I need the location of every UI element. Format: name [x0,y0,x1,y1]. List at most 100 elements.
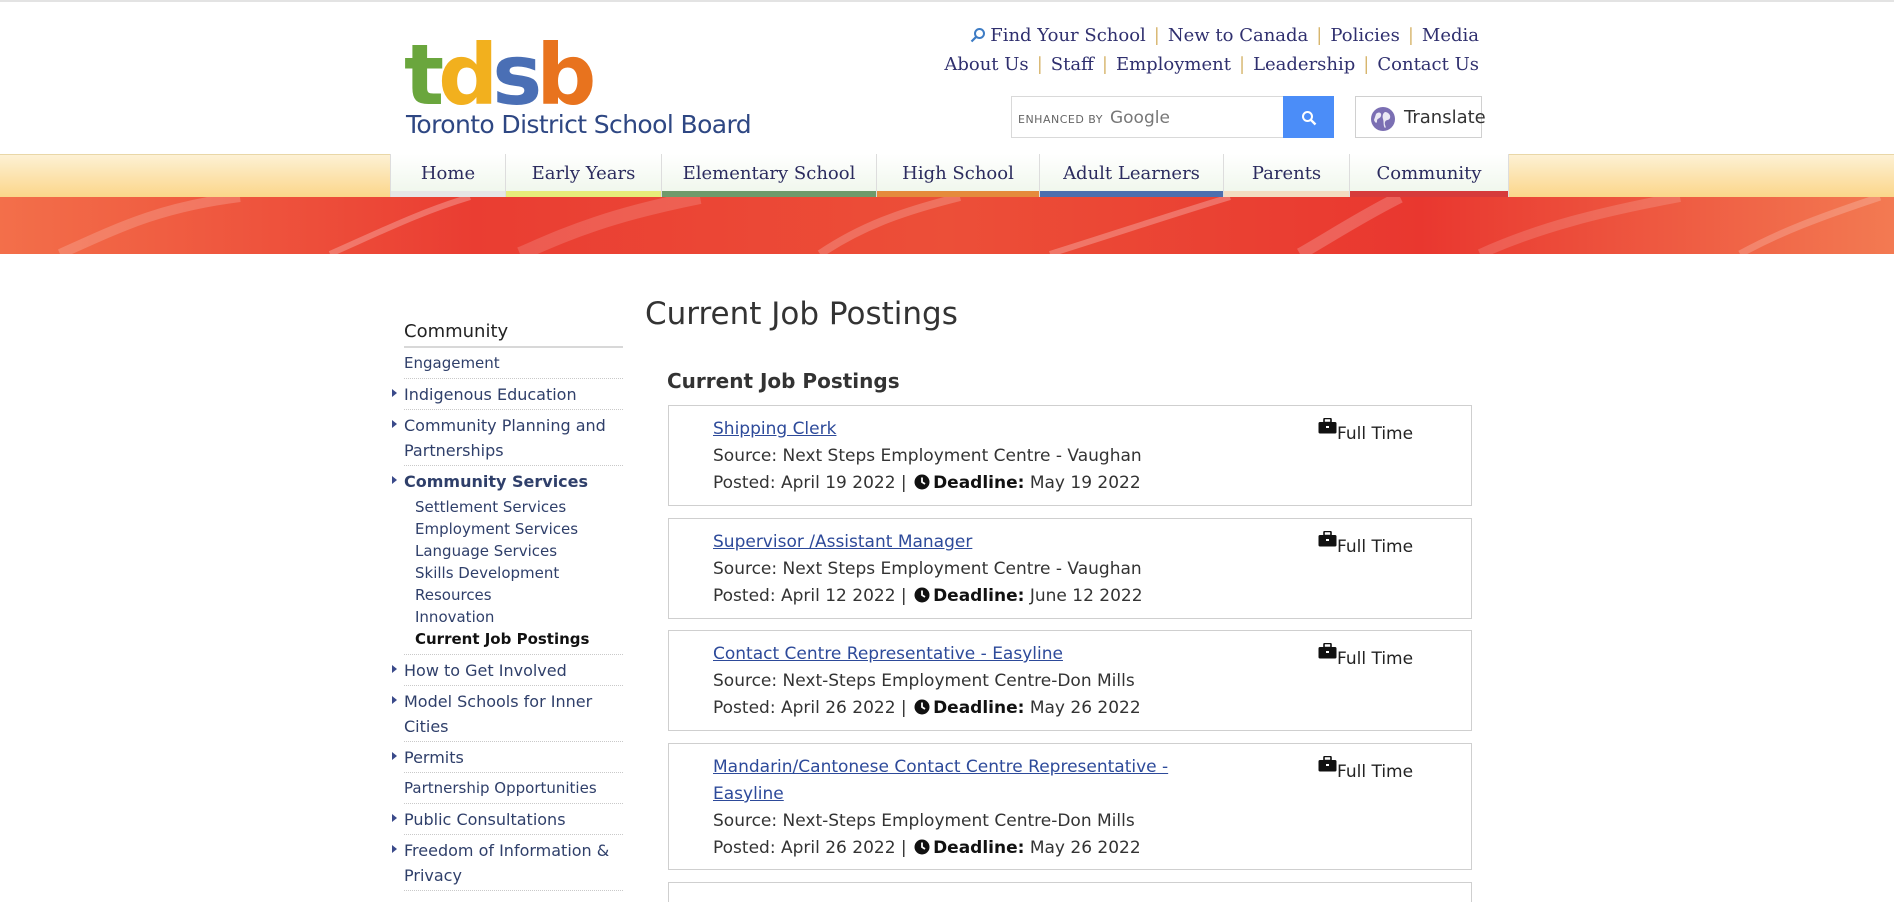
posted-label: Posted: [713,473,776,493]
nav-item-community[interactable]: Community [1350,154,1509,197]
sidebar-title: Community [404,321,623,348]
sidebar-item-label: Freedom of Information & Privacy [404,841,610,885]
top-border [0,0,1894,2]
expand-arrow-icon [392,476,397,484]
util-link-about-us[interactable]: About Us [944,54,1028,75]
decorative-banner [0,197,1894,254]
sidebar-list-after: How to Get Involved Model Schools for Inn… [392,655,623,891]
job-dates: Posted: April 26 2022 | Deadline: May 26… [713,838,1141,858]
job-card: Supervisor /Assistant Manager Source: Ne… [668,518,1472,619]
sidebar-subitem-skills-development[interactable]: Skills Development [415,562,623,584]
banner-swirl-pattern [57,197,1882,254]
util-link-employment[interactable]: Employment [1116,54,1231,75]
job-source: Source: Next-Steps Employment Centre-Don… [713,811,1135,831]
sidebar-item-public-consultations[interactable]: Public Consultations [392,804,623,835]
sidebar-item-model-schools-for-inner-cities[interactable]: Model Schools for Inner Cities [392,686,623,742]
section-title: Current Job Postings [667,369,900,393]
section-sidebar: Community Engagement Indigenous Education… [392,321,623,891]
util-link-staff[interactable]: Staff [1051,54,1094,75]
nav-item-label: High School [902,163,1014,184]
nav-item-label: Home [420,163,476,184]
sidebar-item-engagement[interactable]: Engagement [404,348,623,379]
briefcase-icon [1318,531,1337,547]
job-dates: Posted: April 26 2022 | Deadline: May 26… [713,698,1141,718]
util-separator: | [1316,25,1323,46]
posted-date: April 19 2022 [780,473,896,493]
nav-item-elementary-school[interactable]: Elementary School [662,154,877,197]
utility-nav-row-2: About Us | Staff | Employment | Leadership | Con… [944,54,1479,75]
search-input[interactable] [1012,97,1290,139]
page-title: Current Job Postings [645,296,958,332]
nav-item-home[interactable]: Home [390,154,506,197]
briefcase-icon [1318,756,1337,772]
job-type: Full Time [1318,531,1414,557]
util-link-media[interactable]: Media [1422,25,1479,46]
job-card-partial [668,882,1472,902]
main-nav: Home Early Years Elementary School High … [390,154,1509,197]
posted-label: Posted: [713,698,776,718]
deadline-label: Deadline: [933,838,1025,858]
posted-label: Posted: [713,838,776,858]
util-link-leadership[interactable]: Leadership [1253,54,1355,75]
nav-item-parents[interactable]: Parents [1224,154,1350,197]
sidebar-subitem-current-job-postings[interactable]: Current Job Postings [415,628,623,650]
job-type-label: Full Time [1337,424,1414,444]
job-type-label: Full Time [1337,537,1414,557]
sidebar-subitem-settlement-services[interactable]: Settlement Services [415,496,623,518]
posted-date: April 12 2022 [780,586,896,606]
util-separator: | [1036,54,1043,75]
job-type: Full Time [1318,643,1413,669]
job-source: Source: Next Steps Employment Centre - V… [713,559,1142,579]
job-source: Source: Next-Steps Employment Centre-Don… [713,671,1135,691]
sidebar-item-label: Engagement [404,354,500,372]
job-type-label: Full Time [1337,762,1414,782]
sidebar-item-how-to-get-involved[interactable]: How to Get Involved [392,655,623,686]
sidebar-list-before: Engagement Indigenous Education Community … [392,348,623,466]
sidebar-subitem-innovation[interactable]: Innovation [415,606,623,628]
job-title-link[interactable]: Mandarin/Cantonese Contact Centre Repres… [713,754,1183,808]
nav-item-early-years[interactable]: Early Years [506,154,662,197]
sidebar-item-community-planning-and-partnerships[interactable]: Community Planning and Partnerships [392,410,623,466]
util-link-policies[interactable]: Policies [1330,25,1399,46]
util-link-contact-us[interactable]: Contact Us [1377,54,1479,75]
sidebar-item-label: Model Schools for Inner Cities [404,692,593,736]
nav-item-label: Elementary School [682,163,856,184]
sidebar-item-indigenous-education[interactable]: Indigenous Education [392,379,623,410]
logo-letter-d: d [438,26,498,124]
nav-item-high-school[interactable]: High School [877,154,1040,197]
sidebar-item-partnership-opportunities[interactable]: Partnership Opportunities [404,773,623,804]
job-title-link[interactable]: Contact Centre Representative - Easyline [713,641,1063,668]
expand-arrow-icon [392,845,397,853]
expand-arrow-icon [392,814,397,822]
sidebar-item-label: Community Services [404,472,589,491]
deadline-date: May 26 2022 [1029,838,1141,858]
sidebar-item-community-services[interactable]: Community Services [392,466,623,496]
sidebar-item-freedom-of-information-privacy[interactable]: Freedom of Information & Privacy [392,835,623,891]
util-separator: | [1153,25,1160,46]
search-button[interactable] [1283,96,1334,138]
job-card: Mandarin/Cantonese Contact Centre Repres… [668,743,1472,870]
tdsb-logo[interactable]: tdsb Toronto District School Board [404,30,764,142]
nav-item-label: Community [1376,163,1482,184]
clock-icon [914,474,930,490]
sidebar-subitem-resources[interactable]: Resources [415,584,623,606]
sidebar-subitem-employment-services[interactable]: Employment Services [415,518,623,540]
job-dates: Posted: April 12 2022 | Deadline: June 1… [713,586,1143,606]
expand-arrow-icon [392,389,397,397]
briefcase-icon [1318,418,1337,434]
translate-button[interactable]: Translate [1355,96,1486,138]
job-title-link[interactable]: Supervisor /Assistant Manager [713,529,972,556]
deadline-date: June 12 2022 [1029,586,1143,606]
nav-item-adult-learners[interactable]: Adult Learners [1040,154,1224,197]
sidebar-item-permits[interactable]: Permits [392,742,623,773]
sidebar-item-label: Indigenous Education [404,385,577,404]
expand-arrow-icon [392,420,397,428]
nav-item-label: Early Years [531,163,636,184]
util-link-find-your-school[interactable]: Find Your School [990,25,1146,46]
job-title-link[interactable]: Shipping Clerk [713,416,836,443]
posted-label: Posted: [713,586,776,606]
sidebar-subitem-language-services[interactable]: Language Services [415,540,623,562]
search-icon [1302,111,1317,126]
deadline-label: Deadline: [933,473,1025,493]
util-link-new-to-canada[interactable]: New to Canada [1168,25,1308,46]
